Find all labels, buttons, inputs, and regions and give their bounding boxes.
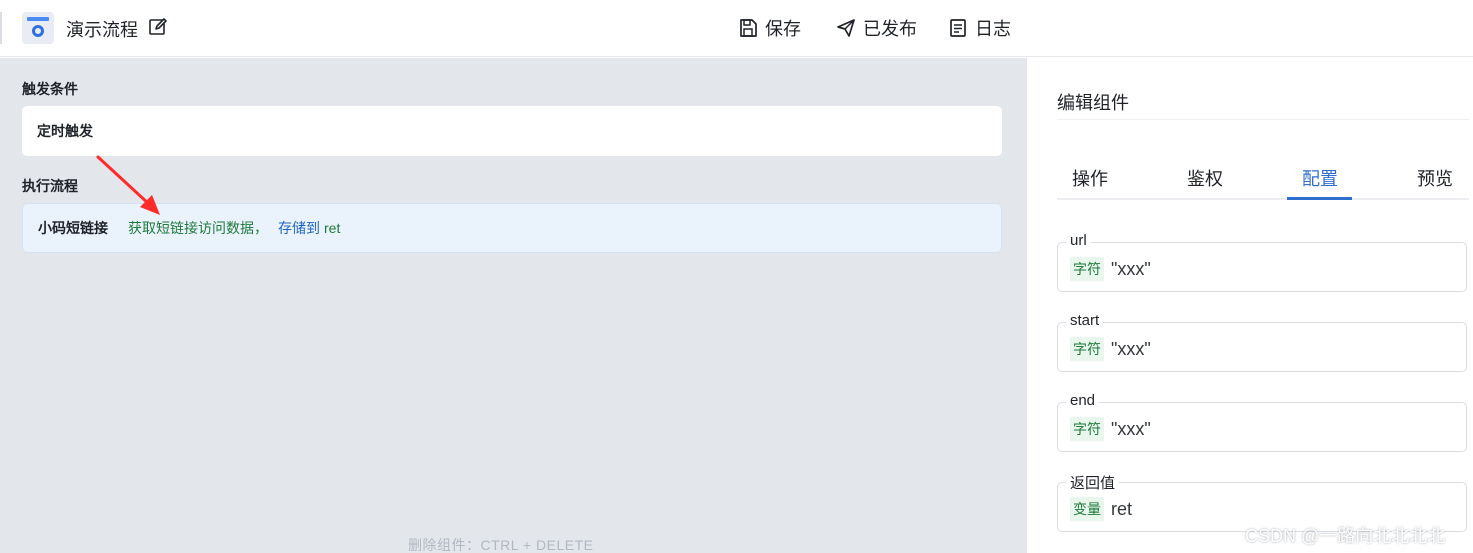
url-field[interactable]: url 字符 "xxx": [1057, 232, 1467, 292]
flow-step-store-label: 存储到: [278, 220, 320, 236]
type-tag: 字符: [1070, 337, 1104, 361]
active-tab-indicator: [1287, 197, 1352, 200]
field-label: start: [1066, 312, 1104, 329]
field-value: "xxx": [1111, 338, 1151, 359]
watermark: CSDN @一路向北北北北: [1245, 526, 1446, 546]
field-label: end: [1066, 392, 1100, 409]
field-value: "xxx": [1111, 418, 1151, 439]
save-button[interactable]: 保存: [738, 15, 801, 41]
app-logo-icon: [22, 12, 54, 44]
trigger-card-label: 定时触发: [37, 123, 93, 139]
type-tag: 字符: [1070, 417, 1104, 441]
save-icon: [740, 19, 757, 37]
logo-bar: [27, 17, 49, 21]
field-label: 返回值: [1066, 472, 1120, 493]
field-label: url: [1066, 232, 1091, 249]
field-value: ret: [1111, 498, 1133, 519]
log-icon: [950, 19, 966, 37]
top-header: 演示流程 保存 已发布 日志: [0, 0, 1473, 57]
flow-step-variable: ret: [324, 220, 341, 236]
panel-tabs: 操作 鉴权 配置 预览: [1057, 159, 1469, 200]
publish-button[interactable]: 已发布: [836, 15, 917, 41]
start-field[interactable]: start 字符 "xxx": [1057, 312, 1467, 372]
log-button-label: 日志: [975, 19, 1011, 39]
edit-component-panel: 编辑组件 操作 鉴权 配置 预览 url 字符 "xxx" start 字符 "…: [1038, 69, 1473, 553]
flow-canvas: 触发条件 定时触发 执行流程 小码短链接 获取短链接访问数据， 存储到 ret …: [0, 58, 1027, 553]
end-field[interactable]: end 字符 "xxx": [1057, 392, 1467, 452]
tab-preview[interactable]: 预览: [1417, 165, 1453, 191]
type-tag: 变量: [1070, 497, 1104, 521]
header-left-edge: [0, 12, 2, 44]
trigger-card[interactable]: 定时触发: [22, 106, 1002, 156]
panel-title: 编辑组件: [1057, 93, 1129, 113]
tab-config[interactable]: 配置: [1302, 165, 1338, 191]
flow-section-label: 执行流程: [22, 178, 78, 194]
type-tag: 字符: [1070, 257, 1104, 281]
field-value: "xxx": [1111, 258, 1151, 279]
app-title: 演示流程: [66, 20, 138, 40]
save-button-label: 保存: [765, 19, 801, 39]
logo-gear-icon: [32, 25, 44, 37]
publish-button-label: 已发布: [863, 19, 917, 39]
annotation-arrow-icon: [96, 155, 160, 215]
tab-auth[interactable]: 鉴权: [1187, 165, 1223, 191]
trigger-section-label: 触发条件: [22, 81, 78, 97]
tab-operation[interactable]: 操作: [1072, 165, 1108, 191]
delete-hint: 删除组件：CTRL + DELETE: [408, 537, 594, 553]
edit-icon[interactable]: [148, 17, 168, 37]
panel-divider: [1057, 119, 1469, 120]
log-button[interactable]: 日志: [948, 15, 1011, 41]
send-icon: [837, 19, 855, 37]
